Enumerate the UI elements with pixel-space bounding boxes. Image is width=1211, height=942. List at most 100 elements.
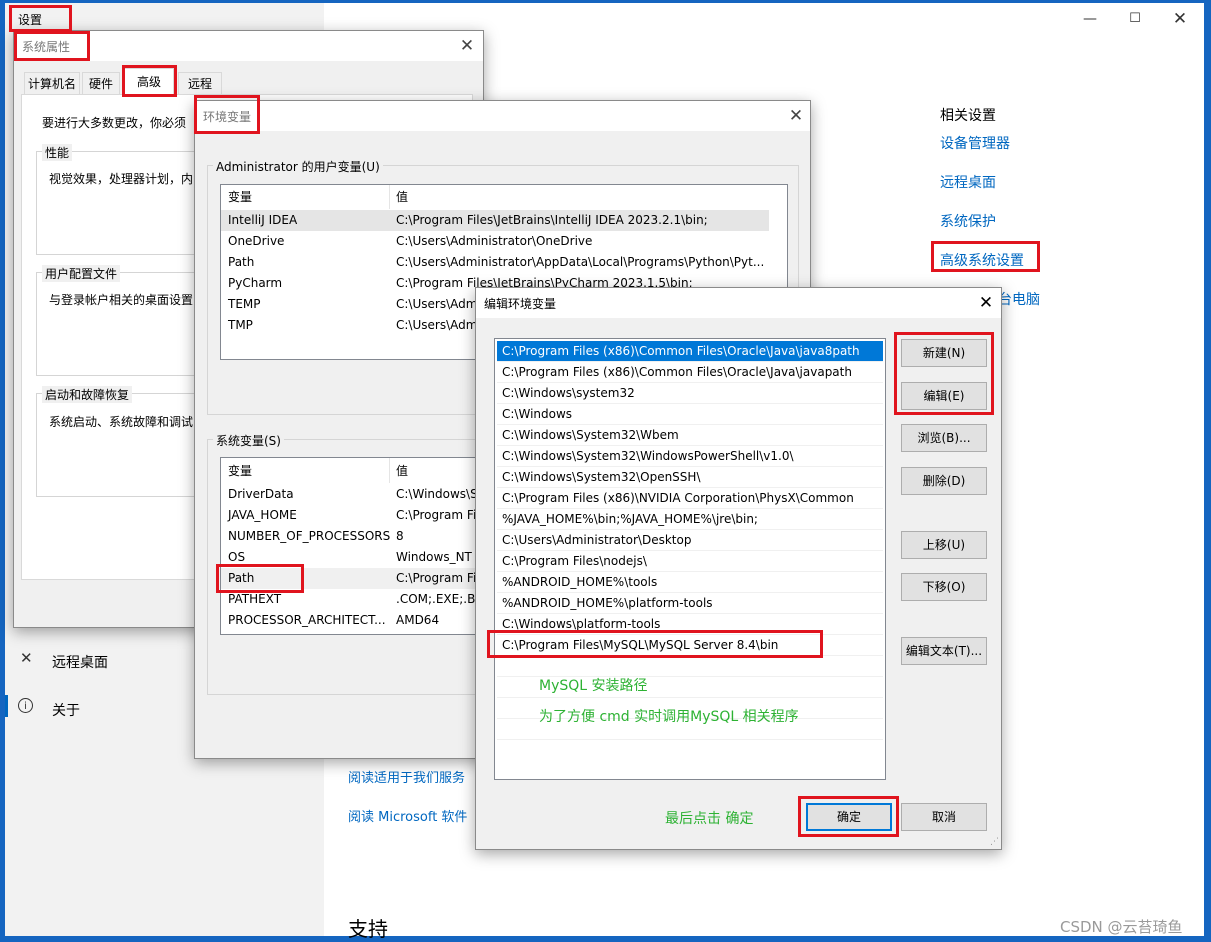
column-header-value[interactable]: 值 xyxy=(396,187,408,208)
system-properties-titlebar: 系统属性 ✕ xyxy=(14,31,483,61)
cancel-button[interactable]: 取消 xyxy=(901,803,987,831)
close-icon[interactable]: ✕ xyxy=(454,35,480,57)
variable-name: OS xyxy=(228,550,246,564)
nav-remote-desktop-icon: ✕ xyxy=(20,649,33,667)
list-item[interactable]: C:\Windows xyxy=(497,404,883,425)
tab-advanced[interactable]: 高级 xyxy=(124,68,174,95)
tab-hardware[interactable]: 硬件 xyxy=(82,72,120,95)
variable-value: C:\Users\Administrator\AppData\Local\Pro… xyxy=(396,255,765,269)
variable-value: Windows_NT xyxy=(396,550,472,564)
column-header-value[interactable]: 值 xyxy=(396,461,408,482)
device-manager-link[interactable]: 设备管理器 xyxy=(940,133,1010,153)
variable-value: AMD64 xyxy=(396,613,440,627)
variable-name: NUMBER_OF_PROCESSORS xyxy=(228,529,391,543)
variable-name: TMP xyxy=(228,318,253,332)
edit-env-var-titlebar: 编辑环境变量 ✕ xyxy=(476,288,1001,318)
column-divider xyxy=(389,458,390,483)
user-variables-label: Administrator 的用户变量(U) xyxy=(213,158,383,175)
edit-env-var-title: 编辑环境变量 xyxy=(484,297,557,311)
list-header: 变量 值 xyxy=(221,187,787,208)
maximize-icon[interactable]: ☐ xyxy=(1120,6,1150,32)
tab-computer-name[interactable]: 计算机名 xyxy=(24,72,80,95)
variable-value: C:\Users\Administrator\OneDrive xyxy=(396,234,593,248)
list-item[interactable]: %ANDROID_HOME%\platform-tools xyxy=(497,593,883,614)
column-header-variable[interactable]: 变量 xyxy=(228,461,252,482)
list-item[interactable]: C:\Program Files\MySQL\MySQL Server 8.4\… xyxy=(497,635,883,656)
resize-grip[interactable]: ⋰ xyxy=(990,838,999,847)
variable-name: PyCharm xyxy=(228,276,283,290)
list-item[interactable]: C:\Program Files\nodejs\ xyxy=(497,551,883,572)
list-item[interactable]: %ANDROID_HOME%\tools xyxy=(497,572,883,593)
list-item[interactable]: C:\Windows\platform-tools xyxy=(497,614,883,635)
advanced-system-settings-link[interactable]: 高级系统设置 xyxy=(940,250,1024,270)
close-icon[interactable]: ✕ xyxy=(973,292,999,314)
table-row[interactable]: IntelliJ IDEA C:\Program Files\JetBrains… xyxy=(221,210,769,231)
variable-name: Path xyxy=(228,255,255,269)
user-profile-group xyxy=(36,272,216,376)
list-item[interactable]: C:\Windows\System32\Wbem xyxy=(497,425,883,446)
user-profile-desc: 与登录帐户相关的桌面设置 xyxy=(49,293,194,307)
close-icon[interactable]: ✕ xyxy=(1165,6,1195,32)
ok-button[interactable]: 确定 xyxy=(806,803,892,831)
read-license-link[interactable]: 阅读 Microsoft 软件 xyxy=(348,806,467,825)
variable-name: Path xyxy=(228,571,255,585)
related-settings-heading: 相关设置 xyxy=(940,108,996,124)
list-item[interactable]: C:\Program Files (x86)\Common Files\Orac… xyxy=(497,341,883,362)
tab-remote[interactable]: 远程 xyxy=(178,72,222,95)
system-protection-link[interactable]: 系统保护 xyxy=(940,211,996,231)
admin-notice: 要进行大多数更改，你必须 xyxy=(42,116,187,130)
variable-name: PROCESSOR_ARCHITECT... xyxy=(228,613,386,627)
list-item[interactable]: C:\Windows\System32\WindowsPowerShell\v1… xyxy=(497,446,883,467)
annotation-mysql-path: MySQL 安装路径 xyxy=(539,678,648,694)
table-row[interactable]: OneDrive C:\Users\Administrator\OneDrive xyxy=(221,231,787,252)
annotation-mysql-purpose: 为了方便 cmd 实时调用MySQL 相关程序 xyxy=(539,709,799,725)
variable-value: C:\Users\Adm xyxy=(396,297,478,311)
nav-item-remote-desktop[interactable]: 远程桌面 xyxy=(52,652,108,672)
startup-recovery-group xyxy=(36,393,216,497)
variable-name: JAVA_HOME xyxy=(228,508,297,522)
browse-button[interactable]: 浏览(B)... xyxy=(901,424,987,452)
variable-name: TEMP xyxy=(228,297,261,311)
environment-variables-titlebar: 环境变量 ✕ xyxy=(195,101,810,131)
list-item[interactable]: C:\Program Files (x86)\Common Files\Orac… xyxy=(497,362,883,383)
watermark: CSDN @云苔琦鱼 xyxy=(1060,918,1183,936)
list-item[interactable]: %JAVA_HOME%\bin;%JAVA_HOME%\jre\bin; xyxy=(497,509,883,530)
column-divider xyxy=(389,185,390,209)
list-item[interactable]: C:\Windows\system32 xyxy=(497,383,883,404)
environment-variables-title: 环境变量 xyxy=(203,110,252,124)
performance-label: 性能 xyxy=(42,144,73,161)
remote-desktop-link[interactable]: 远程桌面 xyxy=(940,172,996,192)
new-button[interactable]: 新建(N) xyxy=(901,339,987,367)
performance-group xyxy=(36,151,216,255)
edit-button[interactable]: 编辑(E) xyxy=(901,382,987,410)
delete-button[interactable]: 删除(D) xyxy=(901,467,987,495)
variable-value: C:\Program Fi xyxy=(396,571,477,585)
variable-name: PATHEXT xyxy=(228,592,282,606)
info-icon: i xyxy=(18,698,33,713)
column-header-variable[interactable]: 变量 xyxy=(228,187,252,208)
move-up-button[interactable]: 上移(U) xyxy=(901,531,987,559)
minimize-icon[interactable]: — xyxy=(1075,6,1105,32)
variable-value: 8 xyxy=(396,529,404,543)
table-row[interactable]: Path C:\Users\Administrator\AppData\Loca… xyxy=(221,252,787,273)
list-item[interactable]: C:\Users\Administrator\Desktop xyxy=(497,530,883,551)
user-profile-label: 用户配置文件 xyxy=(42,265,121,282)
rename-pc-link[interactable]: 台电脑 xyxy=(998,289,1040,309)
move-down-button[interactable]: 下移(O) xyxy=(901,573,987,601)
variable-name: DriverData xyxy=(228,487,294,501)
read-service-link[interactable]: 阅读适用于我们服务 xyxy=(348,767,465,786)
system-properties-title: 系统属性 xyxy=(22,40,71,54)
close-icon[interactable]: ✕ xyxy=(783,105,809,127)
edit-text-button[interactable]: 编辑文本(T)... xyxy=(901,637,987,665)
list-item[interactable]: C:\Windows\System32\OpenSSH\ xyxy=(497,467,883,488)
variable-value: .COM;.EXE;.BA xyxy=(396,592,484,606)
startup-recovery-label: 启动和故障恢复 xyxy=(42,386,133,403)
nav-item-about[interactable]: 关于 xyxy=(52,700,80,720)
settings-title: 设置 xyxy=(18,13,43,27)
variable-value: C:\Windows\S xyxy=(396,487,478,501)
variable-value: C:\Program Files\JetBrains\IntelliJ IDEA… xyxy=(396,213,708,227)
list-item[interactable]: C:\Program Files (x86)\NVIDIA Corporatio… xyxy=(497,488,883,509)
annotation-click-ok: 最后点击 确定 xyxy=(665,811,754,827)
variable-value: C:\Users\Adm xyxy=(396,318,478,332)
variable-value: C:\Program Fi xyxy=(396,508,477,522)
